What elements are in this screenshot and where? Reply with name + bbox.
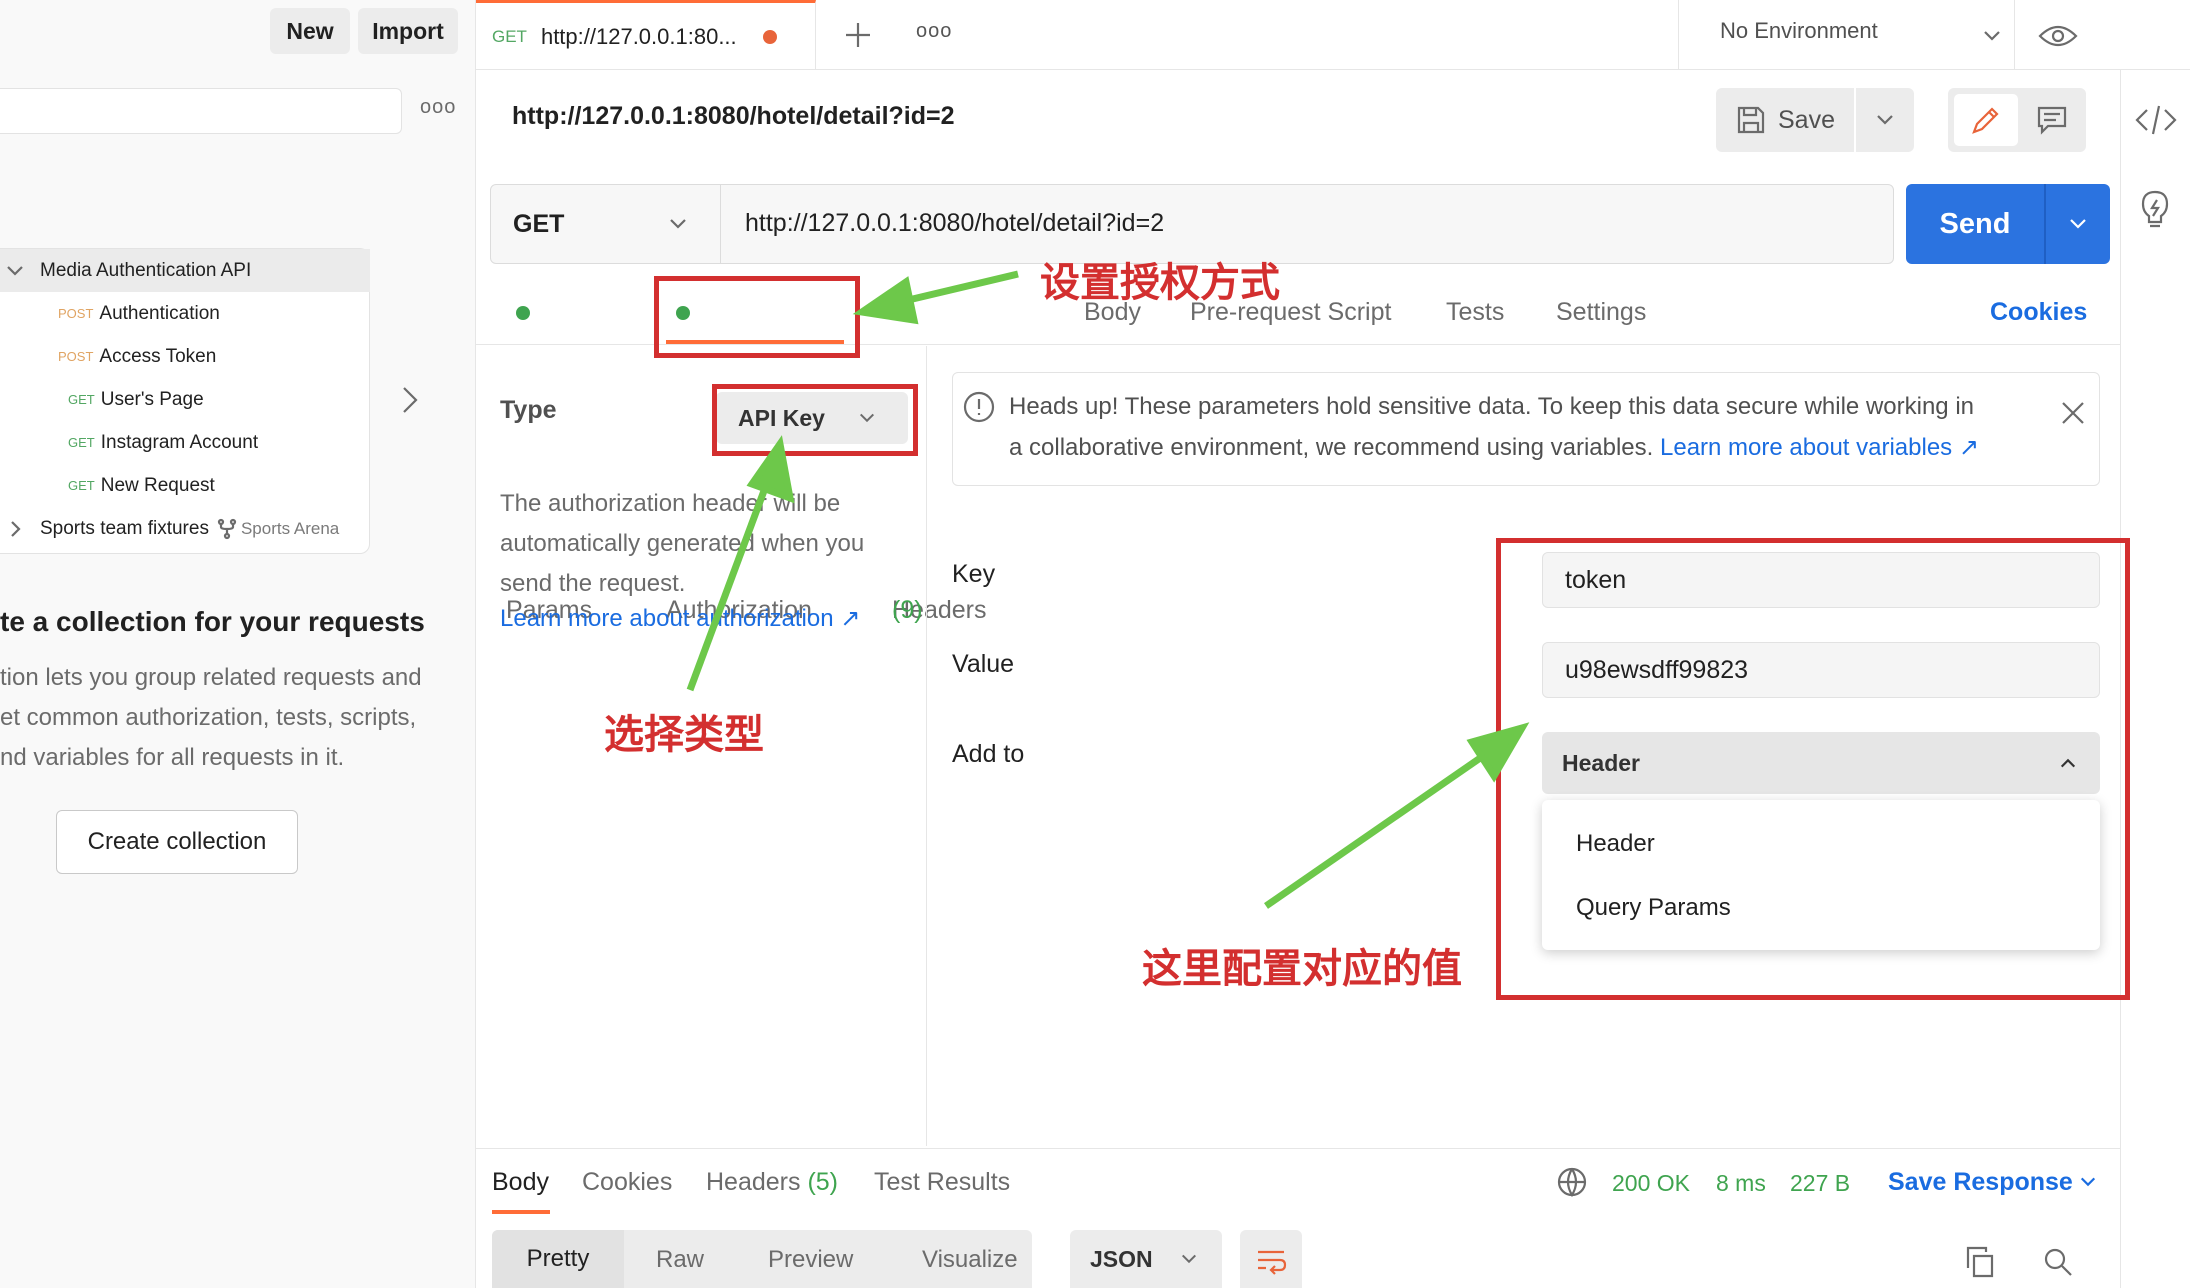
annotation-choose-type: 选择类型 [604,712,764,758]
annotation-config-values: 这里配置对应的值 [1142,946,1462,992]
annotation-set-auth: 设置授权方式 [1040,260,1280,306]
annotation-arrows [686,270,1530,909]
